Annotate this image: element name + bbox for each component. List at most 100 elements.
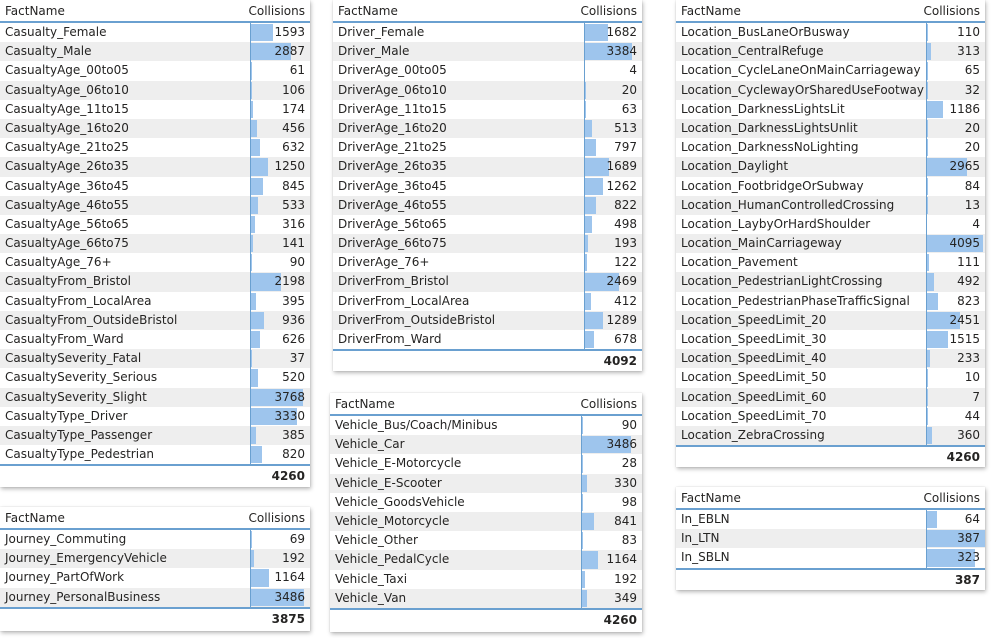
table-row[interactable]: CasualtyType_Pedestrian 820 [0, 445, 310, 465]
table-row[interactable]: DriverAge_16to20 513 [333, 118, 642, 139]
table-row[interactable]: CasualtyFrom_Bristol 2198 [0, 272, 310, 292]
collisions-cell: 1515 [926, 330, 985, 350]
table-row[interactable]: Driver_Female 1682 [333, 23, 642, 43]
table-row[interactable]: Location_SpeedLimit_40 233 [676, 349, 985, 369]
table-row[interactable]: Location_SpeedLimit_60 7 [676, 387, 985, 407]
table-row[interactable]: CasualtyAge_21to25 632 [0, 138, 310, 158]
table-row[interactable]: CasualtyAge_56to65 316 [0, 214, 310, 235]
table-row[interactable]: DriverAge_46to55 822 [333, 195, 642, 215]
column-header-collisions[interactable]: Collisions [248, 4, 305, 18]
table-row[interactable]: Casualty_Male 2887 [0, 42, 310, 62]
table-row[interactable]: Location_Daylight 2965 [676, 157, 985, 177]
table-row[interactable]: Location_DarknessLightsLit 1186 [676, 99, 985, 119]
table-row[interactable]: CasualtyFrom_OutsideBristol 936 [0, 310, 310, 330]
table-row[interactable]: DriverFrom_OutsideBristol 1289 [333, 310, 642, 330]
table-row[interactable]: CasualtyFrom_LocalArea 395 [0, 291, 310, 311]
table-row[interactable]: Location_CycleLaneOnMainCarriageway 65 [676, 61, 985, 81]
table-row[interactable]: DriverFrom_Ward 678 [333, 330, 642, 350]
collisions-cell: 13 [926, 195, 985, 215]
table-row[interactable]: In_SBLN 323 [676, 548, 985, 568]
table-row[interactable]: DriverAge_00to05 4 [333, 61, 642, 81]
table-row[interactable]: In_EBLN 64 [676, 510, 985, 530]
collisions-cell: 1689 [584, 157, 642, 177]
table-row[interactable]: Vehicle_E-Scooter 330 [330, 473, 642, 493]
table-row[interactable]: CasualtySeverity_Fatal 37 [0, 349, 310, 369]
table-row[interactable]: DriverAge_36to45 1262 [333, 176, 642, 196]
table-row[interactable]: Location_SpeedLimit_50 10 [676, 368, 985, 388]
table-row[interactable]: DriverAge_56to65 498 [333, 214, 642, 235]
table-row[interactable]: Journey_PartOfWork 1164 [0, 568, 310, 588]
table-row[interactable]: Vehicle_Van 349 [330, 588, 642, 608]
table-row[interactable]: Casualty_Female 1593 [0, 23, 310, 43]
column-header-collisions[interactable]: Collisions [923, 4, 980, 18]
table-row[interactable]: Location_PedestrianLightCrossing 492 [676, 272, 985, 292]
table-row[interactable]: Location_SpeedLimit_20 2451 [676, 310, 985, 330]
table-row[interactable]: Location_DarknessNoLighting 20 [676, 138, 985, 158]
table-row[interactable]: Journey_PersonalBusiness 3486 [0, 587, 310, 607]
table-row[interactable]: Location_ZebraCrossing 360 [676, 425, 985, 446]
table-row[interactable]: Vehicle_Car 3486 [330, 435, 642, 455]
table-row[interactable]: Location_BusLaneOrBusway 110 [676, 23, 985, 43]
column-header-factname[interactable]: FactName [5, 511, 65, 525]
table-row[interactable]: CasualtyAge_36to45 845 [0, 176, 310, 196]
table-row[interactable]: CasualtyAge_11to15 174 [0, 99, 310, 119]
table-row[interactable]: Location_CentralRefuge 313 [676, 42, 985, 62]
column-header-factname[interactable]: FactName [681, 4, 741, 18]
table-row[interactable]: Journey_EmergencyVehicle 192 [0, 549, 310, 569]
table-row[interactable]: CasualtyFrom_Ward 626 [0, 330, 310, 350]
column-header-factname[interactable]: FactName [338, 4, 398, 18]
table-row[interactable]: CasualtyAge_46to55 533 [0, 195, 310, 215]
data-bar [585, 235, 588, 253]
table-row[interactable]: Location_LaybyOrHardShoulder 4 [676, 214, 985, 235]
table-row[interactable]: Vehicle_GoodsVehicle 98 [330, 492, 642, 512]
table-row[interactable]: CasualtyAge_76+ 90 [0, 253, 310, 273]
table-row[interactable]: Location_Pavement 111 [676, 253, 985, 273]
collisions-value: 3330 [274, 408, 305, 423]
collisions-cell: 1164 [250, 568, 310, 588]
table-row[interactable]: DriverFrom_Bristol 2469 [333, 272, 642, 292]
table-row[interactable]: DriverAge_06to10 20 [333, 80, 642, 100]
collisions-cell: 20 [926, 118, 985, 139]
table-row[interactable]: Vehicle_Bus/Coach/Minibus 90 [330, 416, 642, 436]
collisions-cell: 678 [584, 330, 642, 350]
table-row[interactable]: Location_SpeedLimit_30 1515 [676, 330, 985, 350]
table-row[interactable]: Vehicle_Other 83 [330, 531, 642, 551]
table-row[interactable]: Location_PedestrianPhaseTrafficSignal 823 [676, 291, 985, 311]
table-row[interactable]: CasualtySeverity_Slight 3768 [0, 387, 310, 407]
collisions-value: 1689 [606, 159, 637, 174]
table-row[interactable]: Location_HumanControlledCrossing 13 [676, 195, 985, 215]
table-row[interactable]: Vehicle_Motorcycle 841 [330, 511, 642, 532]
table-row[interactable]: Location_FootbridgeOrSubway 84 [676, 176, 985, 196]
table-row[interactable]: CasualtyAge_26to35 1250 [0, 157, 310, 177]
column-header-collisions[interactable]: Collisions [248, 511, 305, 525]
table-row[interactable]: Journey_Commuting 69 [0, 530, 310, 550]
table-row[interactable]: DriverAge_76+ 122 [333, 253, 642, 273]
table-row[interactable]: CasualtyAge_66to75 141 [0, 234, 310, 254]
table-row[interactable]: CasualtyAge_00to05 61 [0, 61, 310, 81]
table-row[interactable]: CasualtyAge_06to10 106 [0, 80, 310, 100]
table-row[interactable]: DriverFrom_LocalArea 412 [333, 291, 642, 311]
table-row[interactable]: Location_DarknessLightsUnlit 20 [676, 118, 985, 139]
column-header-collisions[interactable]: Collisions [580, 4, 637, 18]
table-row[interactable]: CasualtyType_Driver 3330 [0, 406, 310, 426]
table-row[interactable]: DriverAge_21to25 797 [333, 138, 642, 158]
table-row[interactable]: CasualtySeverity_Serious 520 [0, 368, 310, 388]
table-row[interactable]: Driver_Male 3384 [333, 42, 642, 62]
table-row[interactable]: Vehicle_PedalCycle 1164 [330, 550, 642, 570]
table-row[interactable]: CasualtyType_Passenger 385 [0, 425, 310, 446]
table-row[interactable]: Location_SpeedLimit_70 44 [676, 406, 985, 426]
table-row[interactable]: Vehicle_Taxi 192 [330, 569, 642, 589]
table-row[interactable]: Location_CyclewayOrSharedUseFootway 32 [676, 80, 985, 100]
table-row[interactable]: Vehicle_E-Motorcycle 28 [330, 454, 642, 474]
table-row[interactable]: DriverAge_11to15 63 [333, 99, 642, 119]
table-row[interactable]: DriverAge_66to75 193 [333, 234, 642, 254]
table-row[interactable]: Location_MainCarriageway 4095 [676, 234, 985, 254]
column-header-factname[interactable]: FactName [5, 4, 65, 18]
column-header-factname[interactable]: FactName [335, 397, 395, 411]
column-header-factname[interactable]: FactName [681, 491, 741, 505]
table-row[interactable]: CasualtyAge_16to20 456 [0, 118, 310, 139]
column-header-collisions[interactable]: Collisions [923, 491, 980, 505]
column-header-collisions[interactable]: Collisions [580, 397, 637, 411]
table-row[interactable]: DriverAge_26to35 1689 [333, 157, 642, 177]
table-row[interactable]: In_LTN 387 [676, 529, 985, 549]
